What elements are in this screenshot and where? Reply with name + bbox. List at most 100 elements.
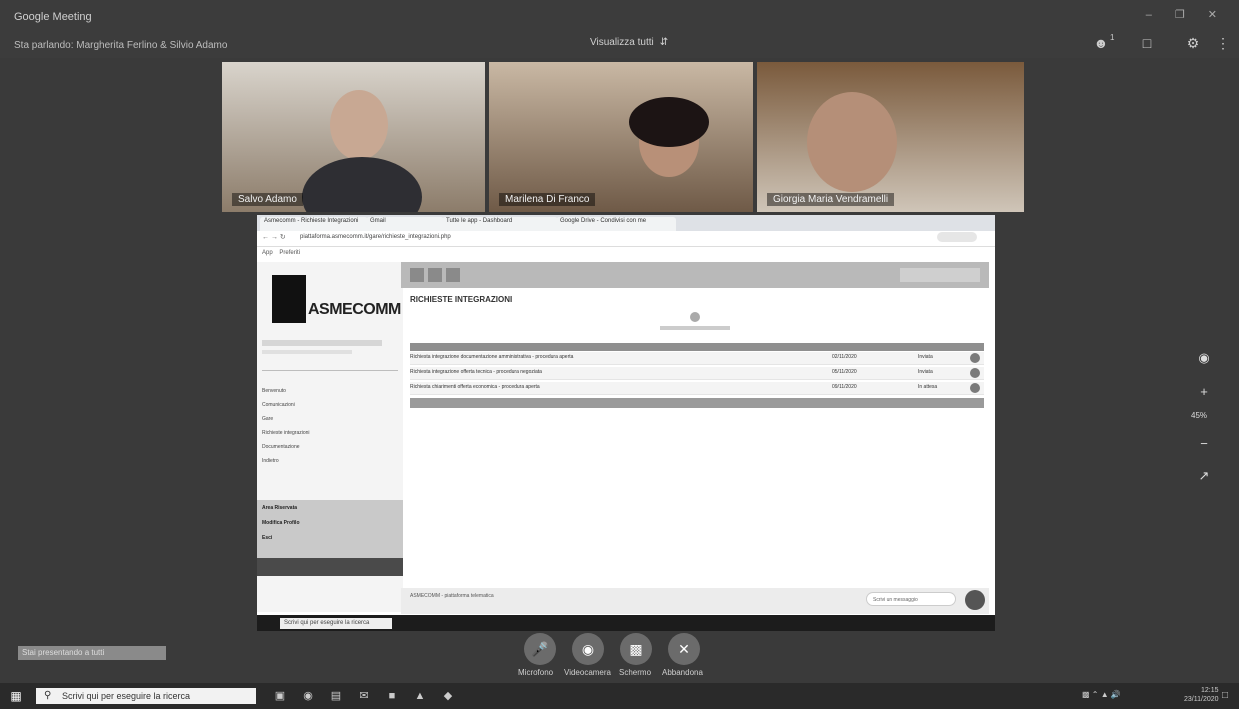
meet-icon[interactable]: ▲ [412,688,428,704]
row-status: Inviata [918,354,933,360]
task-view-icon[interactable]: ▣ [272,688,288,704]
sidebar-menu-item[interactable]: Area Riservata [262,505,297,511]
video-icon: ◉ [581,641,595,657]
sidebar-footer-bar [257,558,403,576]
bookmark-item[interactable]: Preferiti [279,250,300,256]
row-date: 09/11/2020 [832,384,857,390]
active-speaker-text: Sta parlando: Margherita Ferlino & Silvi… [14,40,228,51]
view-mode-label: Visualizza tutti [590,37,654,48]
file-explorer-icon[interactable]: ▤ [328,688,344,704]
home-icon[interactable] [410,268,424,282]
mic-label: Microfono [518,668,554,677]
zoom-level: 45% [1191,411,1208,420]
mic-button[interactable]: 🎤 [524,633,556,665]
clock-date: 23/11/2020 [1184,696,1219,703]
camera-icon[interactable]: ◉ [1194,348,1214,368]
chat-button[interactable] [965,590,985,610]
page-title: RICHIESTE INTEGRAZIONI [410,295,513,304]
search-icon[interactable] [428,268,442,282]
chat-input[interactable]: Scrivi un messaggio [866,592,956,606]
leave-button[interactable]: ✕ [668,633,700,665]
side-link[interactable]: Indietro [262,458,279,464]
table-row[interactable]: Richiesta chiarimenti offerta economica … [410,382,984,395]
info-icon [690,312,700,322]
participant-hair [629,97,709,147]
leave-label: Abbandona [662,668,703,677]
window-controls[interactable]: – ❐ ✕ [1146,8,1227,21]
shared-search-box: Scrivi qui per eseguire la ricerca [280,618,392,629]
system-tray[interactable]: ▩ ⌃ ▲ 🔊 [1082,690,1121,699]
zoom-out-icon[interactable]: − [1194,434,1214,454]
participant-name: Giorgia Maria Vendramelli [767,193,895,206]
notification-icon[interactable]: □ [1222,690,1228,701]
chat-icon[interactable]: □ [1138,34,1156,52]
side-link[interactable]: Comunicazioni [262,402,295,408]
browser-tab[interactable]: Gmail [366,217,444,231]
camera-button[interactable]: ◉ [572,633,604,665]
browser-tab[interactable]: Tutte le app - Dashboard [442,217,558,231]
side-link[interactable]: Benvenuto [262,388,286,394]
popout-icon[interactable]: ↗ [1194,466,1214,486]
row-description: Richiesta integrazione offerta tecnica -… [410,369,542,375]
chevron-updown-icon: ⇵ [659,37,669,48]
sidebar-menu-item[interactable]: Modifica Profilo [262,520,300,526]
presenting-notice[interactable]: Stai presentando a tutti [18,646,166,660]
participant-name: Salvo Adamo [232,193,303,206]
row-action-button[interactable] [970,353,980,363]
row-date: 05/11/2020 [832,369,857,375]
row-action-button[interactable] [970,368,980,378]
participant-tile[interactable]: Giorgia Maria Vendramelli [757,62,1024,212]
clock-time: 12:15 [1200,687,1219,694]
divider [262,370,398,371]
chrome-icon[interactable]: ◉ [300,688,316,704]
nav-arrows-icon[interactable]: ← → ↻ [262,233,286,241]
side-link[interactable]: Gare [262,416,273,422]
user-info-block [262,340,382,346]
mic-icon: 🎤 [531,641,549,657]
table-row[interactable]: Richiesta integrazione offerta tecnica -… [410,367,984,380]
row-description: Richiesta integrazione documentazione am… [410,354,574,360]
app-icon[interactable]: ■ [384,688,400,704]
screen-label: Schermo [619,668,652,677]
bookmark-item[interactable]: App [262,250,273,256]
settings-icon[interactable]: ⚙ [1184,34,1202,52]
os-search-box[interactable]: Scrivi qui per eseguire la ricerca [36,688,256,704]
app-title[interactable]: Google Meeting [14,11,92,23]
address-url: piattaforma.asmecomm.it/gare/richieste_i… [300,234,451,240]
browser-tab[interactable]: Google Drive - Condivisi con me [556,217,676,231]
camera-label: Videocamera [564,668,611,677]
close-icon: ✕ [678,641,690,657]
info-caption [660,326,730,330]
user-icon[interactable] [446,268,460,282]
app-icon[interactable]: ◆ [440,688,456,704]
side-link[interactable]: Richieste integrazioni [262,430,310,436]
screen-share-button[interactable]: ▩ [620,633,652,665]
view-mode-selector[interactable]: Visualizza tutti ⇵ [590,37,668,48]
table-footer [410,398,984,408]
site-logo-icon [272,275,306,323]
table-row[interactable]: Richiesta integrazione documentazione am… [410,352,984,365]
zoom-in-icon[interactable]: + [1194,382,1214,402]
profile-button[interactable] [937,232,977,242]
mail-icon[interactable]: ✉ [356,688,372,704]
footer-text: ASMECOMM - piattaforma telematica [410,593,494,599]
participant-body [302,157,422,212]
participant-tile[interactable]: Salvo Adamo [222,62,485,212]
site-logo-text: ASMECOMM [308,301,401,318]
clock[interactable]: 12:15 23/11/2020 [1184,686,1219,704]
windows-start-icon[interactable]: ▦ [8,688,24,704]
user-info-line [262,350,352,354]
row-action-button[interactable] [970,383,980,393]
sidebar-menu-item[interactable]: Esci [262,535,272,541]
participant-tile[interactable]: Marilena Di Franco [489,62,753,212]
people-icon[interactable]: ☻ [1092,34,1110,52]
row-date: 02/11/2020 [832,354,857,360]
browser-tab[interactable]: Asmecomm - Richieste Integrazioni [260,217,368,231]
more-options-icon[interactable]: ⋮ [1214,34,1232,52]
side-link[interactable]: Documentazione [262,444,300,450]
participant-video [807,92,897,192]
row-status: In attesa [918,384,938,390]
session-info [900,268,980,282]
table-header [410,343,984,351]
participant-video [330,90,388,160]
